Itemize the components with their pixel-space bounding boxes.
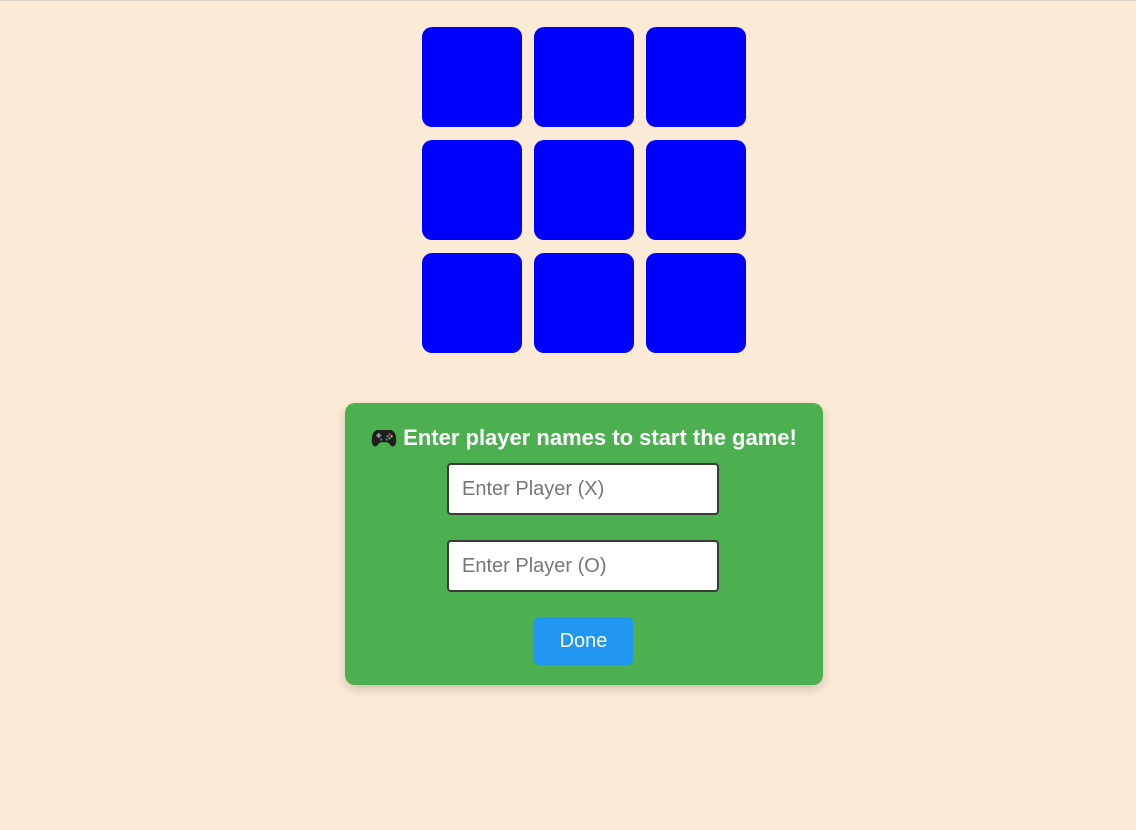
board-cell-1[interactable] bbox=[422, 27, 522, 127]
setup-prompt: Enter player names to start the game! bbox=[345, 425, 823, 451]
board-cell-9[interactable] bbox=[646, 253, 746, 353]
player-x-input[interactable] bbox=[447, 463, 719, 515]
board-cell-4[interactable] bbox=[422, 140, 522, 240]
player-setup-panel: Enter player names to start the game! Do… bbox=[345, 403, 823, 685]
player-o-input[interactable] bbox=[447, 540, 719, 592]
setup-prompt-text: Enter player names to start the game! bbox=[403, 425, 797, 450]
board-cell-6[interactable] bbox=[646, 140, 746, 240]
board-cell-5[interactable] bbox=[534, 140, 634, 240]
done-button[interactable]: Done bbox=[534, 617, 633, 665]
game-board bbox=[422, 27, 746, 353]
board-cell-7[interactable] bbox=[422, 253, 522, 353]
board-cell-3[interactable] bbox=[646, 27, 746, 127]
board-cell-2[interactable] bbox=[534, 27, 634, 127]
board-cell-8[interactable] bbox=[534, 253, 634, 353]
game-controller-icon bbox=[371, 430, 397, 447]
